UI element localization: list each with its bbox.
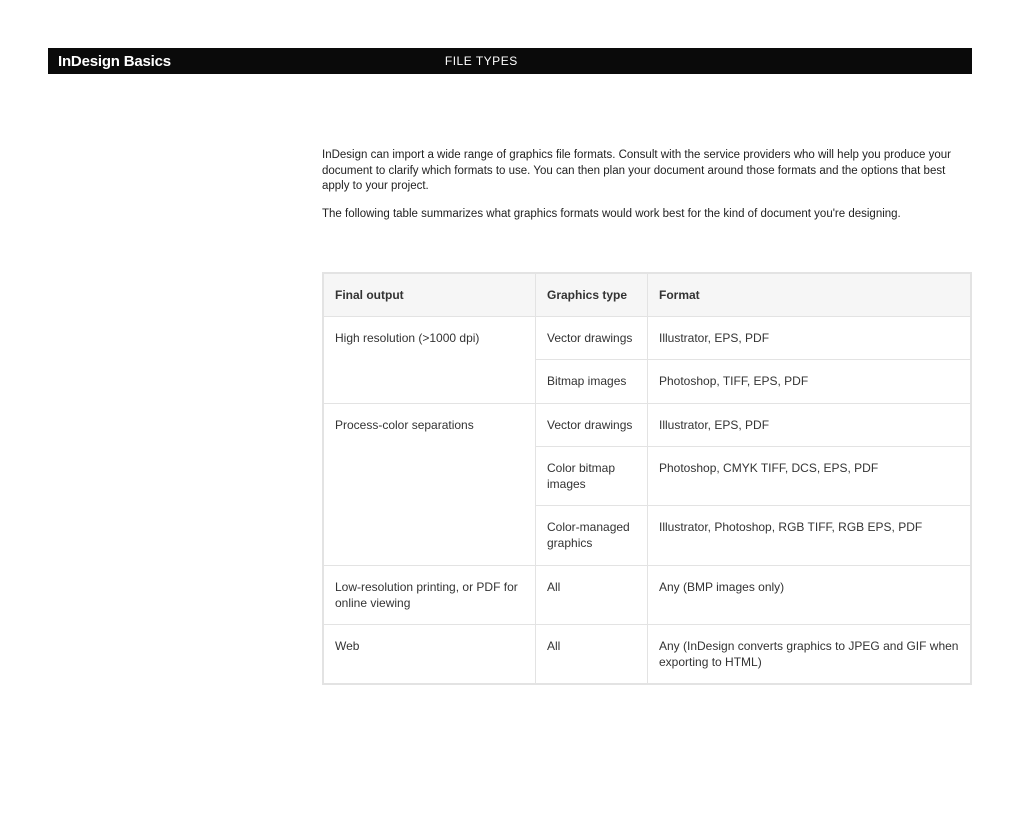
cell-final-output: Process-color separations <box>324 403 536 565</box>
table-row: Web All Any (InDesign converts graphics … <box>324 624 971 683</box>
page-title: InDesign Basics <box>48 53 171 70</box>
page-section: FILE TYPES <box>171 54 972 68</box>
cell-format: Illustrator, EPS, PDF <box>648 403 971 446</box>
cell-graphics-type: Color-managed graphics <box>536 506 648 565</box>
cell-format: Photoshop, TIFF, EPS, PDF <box>648 360 971 403</box>
table-row: Process-color separations Vector drawing… <box>324 403 971 446</box>
header-format: Format <box>648 274 971 317</box>
cell-graphics-type: Vector drawings <box>536 403 648 446</box>
cell-final-output: High resolution (>1000 dpi) <box>324 317 536 403</box>
intro-paragraph-2: The following table summarizes what grap… <box>322 207 972 223</box>
cell-format: Any (BMP images only) <box>648 565 971 624</box>
cell-format: Illustrator, EPS, PDF <box>648 317 971 360</box>
table-header-row: Final output Graphics type Format <box>324 274 971 317</box>
cell-graphics-type: All <box>536 624 648 683</box>
intro-paragraph-1: InDesign can import a wide range of grap… <box>322 148 972 195</box>
table-row: Low-resolution printing, or PDF for onli… <box>324 565 971 624</box>
formats-table: Final output Graphics type Format High r… <box>323 273 971 684</box>
cell-final-output: Web <box>324 624 536 683</box>
cell-graphics-type: Color bitmap images <box>536 446 648 505</box>
content-area: InDesign can import a wide range of grap… <box>322 148 972 685</box>
cell-format: Any (InDesign converts graphics to JPEG … <box>648 624 971 683</box>
cell-final-output: Low-resolution printing, or PDF for onli… <box>324 565 536 624</box>
cell-format: Illustrator, Photoshop, RGB TIFF, RGB EP… <box>648 506 971 565</box>
header-bar: InDesign Basics FILE TYPES <box>48 48 972 74</box>
cell-format: Photoshop, CMYK TIFF, DCS, EPS, PDF <box>648 446 971 505</box>
formats-table-wrap: Final output Graphics type Format High r… <box>322 272 972 685</box>
header-graphics-type: Graphics type <box>536 274 648 317</box>
cell-graphics-type: Bitmap images <box>536 360 648 403</box>
cell-graphics-type: Vector drawings <box>536 317 648 360</box>
table-row: High resolution (>1000 dpi) Vector drawi… <box>324 317 971 360</box>
header-final-output: Final output <box>324 274 536 317</box>
cell-graphics-type: All <box>536 565 648 624</box>
